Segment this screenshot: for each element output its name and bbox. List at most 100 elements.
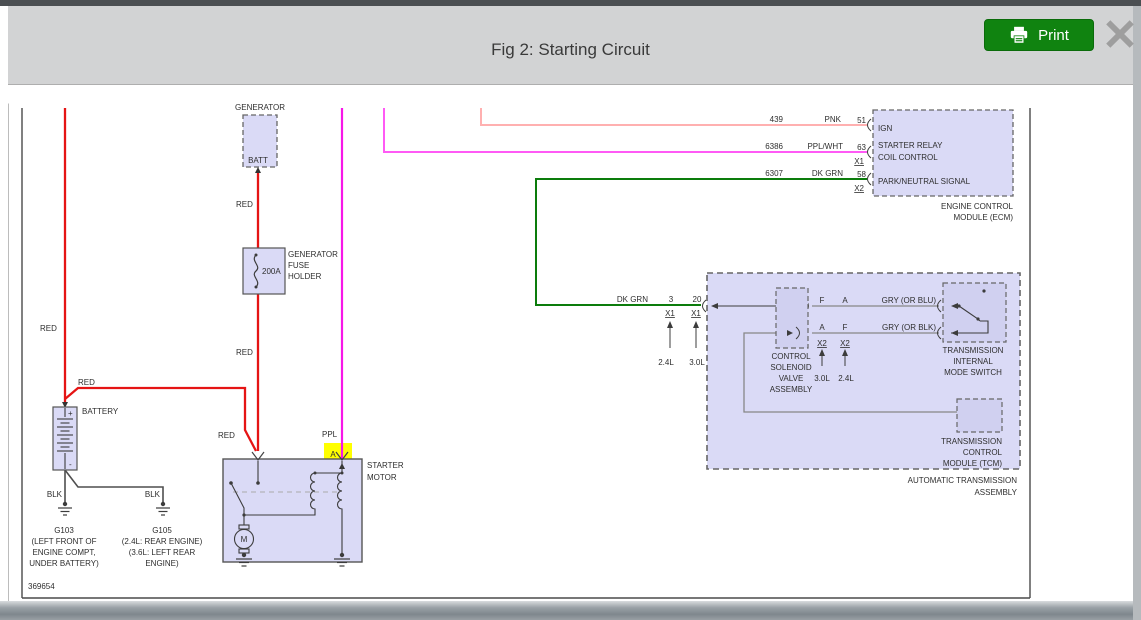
engine-2-4l: 2.4L bbox=[658, 358, 674, 367]
ecm-pin-58: 58 bbox=[857, 170, 866, 179]
wire-num-6386: 6386 bbox=[765, 142, 783, 151]
engine-3-0l: 3.0L bbox=[814, 374, 830, 383]
sol-conn-x2: X2 bbox=[817, 339, 827, 348]
wire-pnk-439 bbox=[480, 108, 867, 126]
blk-label: BLK bbox=[145, 490, 161, 499]
g103-desc-1: (LEFT FRONT OF bbox=[31, 537, 96, 546]
generator-fuse-holder: 200A GENERATOR FUSE HOLDER bbox=[242, 247, 338, 295]
tcm-name-3: MODULE (TCM) bbox=[943, 459, 1002, 468]
generator-label: GENERATOR bbox=[235, 103, 285, 112]
ecm-pin-63: 63 bbox=[857, 143, 866, 152]
tcm-name-1: TRANSMISSION bbox=[941, 437, 1002, 446]
wire-color-dkgrn: DK GRN bbox=[617, 295, 648, 304]
ground-icon bbox=[156, 501, 170, 516]
solenoid-name-4: ASSEMBLY bbox=[770, 385, 813, 394]
printer-icon bbox=[1010, 26, 1028, 44]
g103-id: G103 bbox=[54, 526, 74, 535]
sol-pin-a: A bbox=[842, 296, 848, 305]
red-label: RED bbox=[236, 200, 253, 209]
ecm-signal-relay-2: COIL CONTROL bbox=[878, 153, 938, 162]
wire-color-gry-blu: GRY (OR BLU) bbox=[882, 296, 937, 305]
assembly-name-2: ASSEMBLY bbox=[974, 488, 1017, 497]
g105-desc-2: (3.6L: LEFT REAR bbox=[129, 548, 196, 557]
connector-arcs-icon bbox=[867, 118, 872, 186]
ground-g105: BLK G105 (2.4L: REAR ENGINE) (3.6L: LEFT… bbox=[122, 490, 203, 568]
ground-icon bbox=[58, 501, 72, 516]
fuse-rating: 200A bbox=[262, 267, 281, 276]
terminal-arrow-icon bbox=[255, 167, 261, 173]
solenoid-name-2: SOLENOID bbox=[770, 363, 812, 372]
figure-viewer-window: Fig 2: Starting Circuit Print GENERATOR … bbox=[0, 0, 1141, 620]
starter-label-1: STARTER bbox=[367, 461, 404, 470]
motor-m-label: M bbox=[241, 535, 248, 544]
battery-label: BATTERY bbox=[82, 407, 119, 416]
battery-plus: + bbox=[68, 409, 73, 418]
tcm-name-2: CONTROL bbox=[963, 448, 1003, 457]
wire-num-439: 439 bbox=[770, 115, 784, 124]
red-label: RED bbox=[40, 324, 57, 333]
figure-title: Fig 2: Starting Circuit bbox=[491, 40, 650, 59]
conn-pin-20: 20 bbox=[693, 295, 702, 304]
ecm-pin-51: 51 bbox=[857, 116, 866, 125]
figure-number: 369654 bbox=[28, 582, 55, 591]
wire-color-pnk: PNK bbox=[825, 115, 842, 124]
fuse-label-3: HOLDER bbox=[288, 272, 322, 281]
ecm-name-2: MODULE (ECM) bbox=[953, 213, 1013, 222]
engine-variant-arrows-icon bbox=[669, 326, 697, 348]
mode-switch-name-2: INTERNAL bbox=[953, 357, 993, 366]
g103-desc-2: ENGINE COMPT, bbox=[32, 548, 95, 557]
red-label: RED bbox=[78, 378, 95, 387]
sol-conn-x2: X2 bbox=[840, 339, 850, 348]
ppl-label: PPL bbox=[322, 430, 338, 439]
g103-desc-3: UNDER BATTERY) bbox=[29, 559, 99, 568]
window-top-edge bbox=[0, 0, 1141, 6]
wire-color-pplwht: PPL/WHT bbox=[807, 142, 843, 151]
fuse-label-1: GENERATOR bbox=[288, 250, 338, 259]
ecm-signal-relay-1: STARTER RELAY bbox=[878, 141, 943, 150]
ecm-name-1: ENGINE CONTROL bbox=[941, 202, 1014, 211]
engine-3-0l: 3.0L bbox=[689, 358, 705, 367]
generator-batt-terminal: BATT bbox=[248, 156, 268, 165]
solenoid-name-3: VALVE bbox=[779, 374, 804, 383]
g105-desc-1: (2.4L: REAR ENGINE) bbox=[122, 537, 203, 546]
sol-pin-f: F bbox=[820, 296, 825, 305]
g105-id: G105 bbox=[152, 526, 172, 535]
wiring-diagram: GENERATOR BATT 200A GENERATOR FUSE HOLDE… bbox=[8, 84, 1133, 599]
wire-color-gry-blk: GRY (OR BLK) bbox=[882, 323, 936, 332]
starter-motor: M A STARTER MOTOR bbox=[222, 450, 404, 567]
blk-label: BLK bbox=[47, 490, 63, 499]
generator: GENERATOR BATT bbox=[235, 103, 285, 173]
close-icon[interactable] bbox=[1104, 17, 1136, 51]
window-right-edge bbox=[1133, 6, 1141, 620]
red-label: RED bbox=[218, 431, 235, 440]
print-button-label: Print bbox=[1038, 26, 1069, 44]
g105-desc-3: ENGINE) bbox=[145, 559, 179, 568]
sol-pin-f: F bbox=[843, 323, 848, 332]
red-label: RED bbox=[236, 348, 253, 357]
title-bar: Fig 2: Starting Circuit Print bbox=[8, 6, 1136, 85]
engine-2-4l: 2.4L bbox=[838, 374, 854, 383]
scroll-clip-overlay bbox=[8, 84, 1133, 104]
terminal-a-label: A bbox=[330, 450, 336, 459]
sol-pin-a: A bbox=[819, 323, 825, 332]
battery: + - BATTERY bbox=[52, 402, 119, 471]
assembly-name-1: AUTOMATIC TRANSMISSION bbox=[908, 476, 1018, 485]
conn-pin-3: 3 bbox=[669, 295, 674, 304]
battery-minus: - bbox=[69, 460, 72, 469]
conn-x1: X1 bbox=[665, 309, 675, 318]
conn-x1: X1 bbox=[691, 309, 701, 318]
wire-num-6307: 6307 bbox=[765, 169, 783, 178]
wire-color-labels: RED RED RED RED RED PPL bbox=[40, 200, 338, 440]
mode-switch-name-1: TRANSMISSION bbox=[943, 346, 1004, 355]
wire-red-network bbox=[63, 108, 260, 452]
ecm-signal-ign: IGN bbox=[878, 124, 892, 133]
wire-color-dkgrn: DK GRN bbox=[812, 169, 843, 178]
assembly-label: AUTOMATIC TRANSMISSION ASSEMBLY bbox=[908, 476, 1018, 497]
solenoid-name-1: CONTROL bbox=[771, 352, 811, 361]
wire-pplwht-6386 bbox=[383, 108, 867, 153]
bottom-scrollbar[interactable] bbox=[0, 601, 1141, 620]
ecm-signal-pnp: PARK/NEUTRAL SIGNAL bbox=[878, 177, 971, 186]
print-button[interactable]: Print bbox=[984, 19, 1094, 51]
wire-ppl-starter bbox=[324, 108, 352, 462]
fuse-label-2: FUSE bbox=[288, 261, 309, 270]
